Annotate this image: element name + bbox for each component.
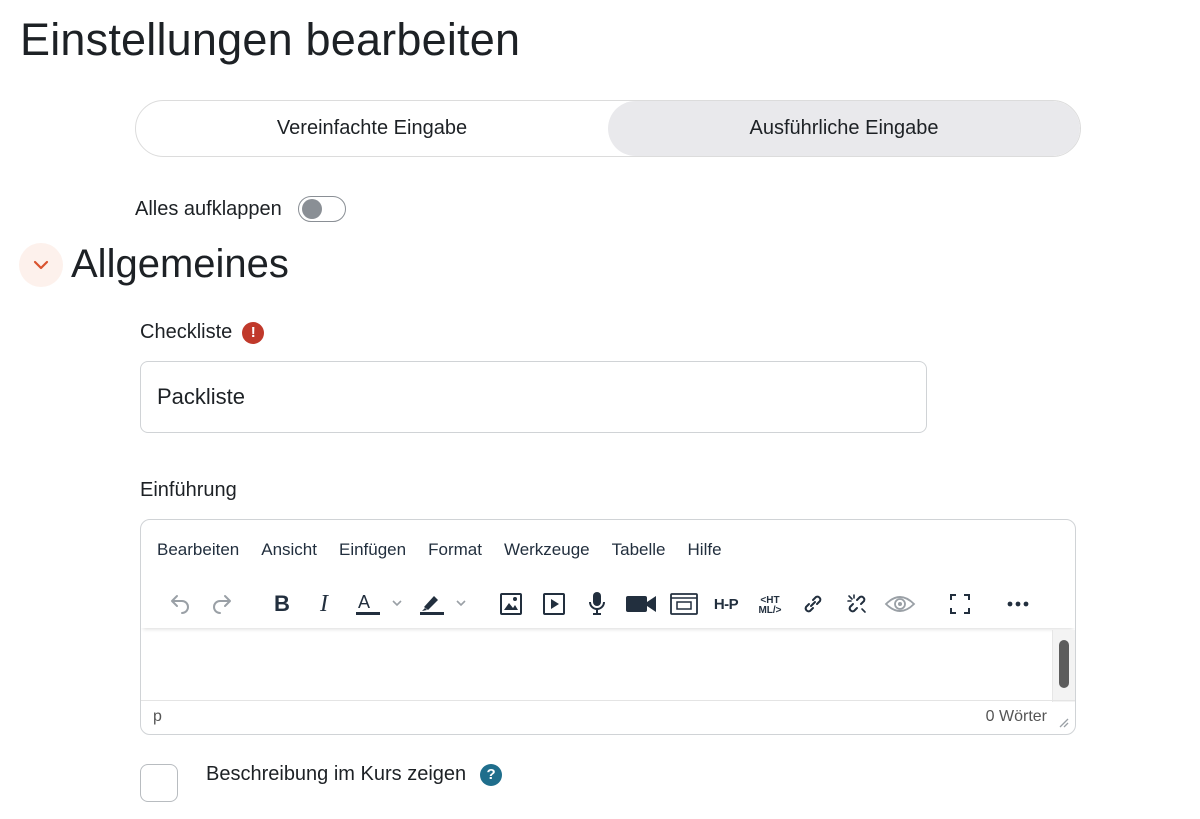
image-icon: [500, 593, 522, 615]
h5p-icon: H-P: [713, 595, 739, 613]
expand-all-label: Alles aufklappen: [135, 197, 282, 220]
unlink-button[interactable]: [841, 588, 873, 620]
record-audio-icon: [589, 592, 605, 615]
page-title: Einstellungen bearbeiten: [20, 14, 521, 65]
svg-text:A: A: [358, 592, 370, 612]
menu-tools[interactable]: Werkzeuge: [504, 540, 590, 560]
editor-content-area[interactable]: [141, 630, 1075, 702]
unlink-icon: [847, 594, 866, 613]
italic-button[interactable]: I: [308, 588, 340, 620]
editor-scrollbar[interactable]: [1052, 630, 1075, 702]
menu-format[interactable]: Format: [428, 540, 482, 560]
record-video-icon: [626, 596, 656, 612]
section-title: Allgemeines: [71, 242, 289, 286]
section-collapse-button[interactable]: [19, 242, 63, 287]
text-color-icon: A: [356, 592, 402, 615]
menu-insert[interactable]: Einfügen: [339, 540, 406, 560]
highlight-color-button[interactable]: [415, 588, 473, 620]
fullscreen-icon: [950, 594, 970, 614]
insert-link-button[interactable]: [797, 588, 829, 620]
editor-toolbar: B I A H-P <HT ML/>: [141, 582, 1075, 628]
menu-table[interactable]: Tabelle: [612, 540, 666, 560]
svg-text:ML/>: ML/>: [758, 605, 781, 616]
menu-edit[interactable]: Bearbeiten: [157, 540, 239, 560]
intro-label: Einführung: [140, 479, 237, 501]
section-header-general: Allgemeines: [19, 242, 289, 287]
word-count[interactable]: 0 Wörter: [986, 708, 1047, 726]
resize-handle-icon[interactable]: [1057, 716, 1069, 728]
insert-image-button[interactable]: [495, 588, 527, 620]
expand-all-toggle[interactable]: [297, 196, 346, 222]
editor-statusbar: p 0 Wörter: [141, 700, 1075, 734]
more-icon: [1007, 601, 1029, 607]
menu-view[interactable]: Ansicht: [261, 540, 317, 560]
accessibility-preview-icon: [884, 596, 916, 612]
tab-detailed-input[interactable]: Ausführliche Eingabe: [608, 101, 1080, 156]
intro-label-row: Einführung: [140, 479, 237, 502]
editor-menubar: Bearbeiten Ansicht Einfügen Format Werkz…: [157, 540, 722, 560]
html-source-button[interactable]: <HT ML/>: [752, 588, 788, 620]
tab-simplified-input[interactable]: Vereinfachte Eingabe: [136, 101, 608, 156]
bold-icon: B: [274, 591, 290, 616]
link-icon: [804, 595, 822, 613]
bold-button[interactable]: B: [266, 588, 298, 620]
help-icon[interactable]: ?: [480, 763, 503, 786]
media-icon: [543, 593, 565, 615]
checklist-label-row: Checkliste !: [140, 321, 265, 344]
show-description-checkbox[interactable]: [140, 764, 178, 802]
exclamation-icon: !: [242, 321, 265, 344]
editor-scrollbar-thumb[interactable]: [1059, 640, 1069, 688]
menu-help[interactable]: Hilfe: [688, 540, 722, 560]
text-color-button[interactable]: A: [351, 588, 409, 620]
checklist-name-input[interactable]: [140, 361, 927, 433]
embed-icon: [670, 593, 698, 615]
redo-button[interactable]: [207, 588, 239, 620]
insert-media-button[interactable]: [538, 588, 570, 620]
checklist-label: Checkliste: [140, 321, 233, 343]
redo-icon: [213, 595, 231, 614]
undo-button[interactable]: [163, 588, 195, 620]
accessibility-preview-button[interactable]: [882, 588, 918, 620]
h5p-button[interactable]: H-P: [708, 588, 744, 620]
highlight-color-icon: [420, 596, 466, 615]
undo-icon: [171, 595, 189, 614]
record-video-button[interactable]: [623, 588, 659, 620]
chevron-down-icon: [33, 260, 49, 269]
show-description-label: Beschreibung im Kurs zeigen: [206, 763, 467, 785]
html-source-icon: <HTML/>: [758, 595, 781, 616]
italic-icon: I: [320, 590, 328, 617]
expand-all-row: Alles aufklappen: [135, 196, 346, 222]
fullscreen-button[interactable]: [944, 588, 976, 620]
show-description-label-row: Beschreibung im Kurs zeigen ?: [206, 763, 503, 786]
intro-editor: Bearbeiten Ansicht Einfügen Format Werkz…: [140, 519, 1076, 735]
toggle-knob: [301, 199, 322, 219]
element-path[interactable]: p: [153, 708, 162, 726]
more-button[interactable]: [1002, 588, 1034, 620]
input-mode-switch: Vereinfachte Eingabe Ausführliche Eingab…: [135, 100, 1081, 157]
embed-button[interactable]: [668, 588, 700, 620]
record-audio-button[interactable]: [581, 588, 613, 620]
